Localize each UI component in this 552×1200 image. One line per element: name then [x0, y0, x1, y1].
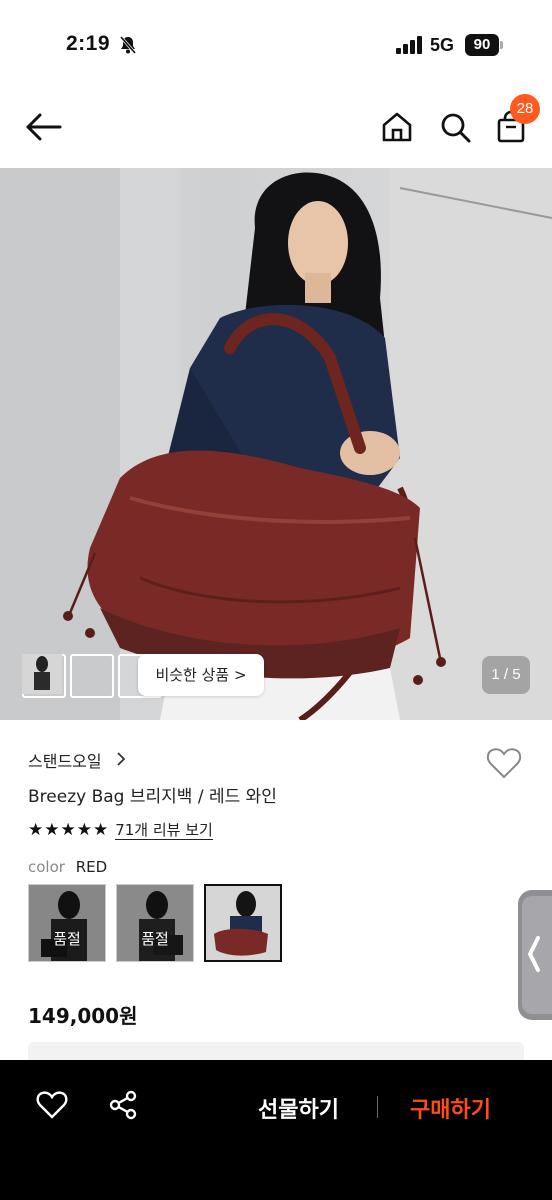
side-panel-handle[interactable] [518, 890, 552, 1020]
product-name: Breezy Bag 브리지백 / 레드 와인 [28, 787, 277, 807]
soldout-label: 품절 [29, 885, 105, 961]
bottom-action-bar: 선물하기 구매하기 [0, 1060, 552, 1200]
bottom-divider [377, 1096, 378, 1118]
search-icon[interactable] [438, 110, 472, 144]
home-icon[interactable] [380, 110, 414, 144]
chevron-left-icon [528, 936, 540, 972]
gallery-thumbnail[interactable] [22, 654, 114, 698]
color-label-row: color RED [28, 858, 107, 876]
soldout-label: 품절 [117, 885, 193, 961]
color-option[interactable]: 품절 [116, 884, 194, 962]
brand-link[interactable]: 스탠드오일 [28, 748, 102, 772]
image-page-indicator: 1 / 5 [482, 656, 530, 694]
battery-level: 90 [465, 34, 499, 56]
similar-products-button[interactable]: 비슷한 상품 > [138, 654, 264, 696]
star-rating: ★★★★★ [28, 820, 110, 840]
bell-off-icon [119, 36, 137, 54]
wishlist-heart-icon[interactable] [486, 746, 522, 780]
color-option[interactable]: 품절 [28, 884, 106, 962]
signal-icon [396, 36, 422, 54]
status-bar: 2:19 5G 90 [0, 0, 552, 90]
top-nav [0, 90, 552, 168]
share-icon[interactable] [108, 1090, 138, 1120]
rating-row: ★★★★★ 71개 리뷰 보기 [28, 818, 213, 842]
review-link[interactable]: 71개 리뷰 보기 [115, 821, 213, 840]
cart-count-badge: 28 [510, 94, 540, 124]
product-price: 149,000원 [28, 1004, 138, 1028]
color-key: color [28, 858, 65, 876]
back-arrow-icon[interactable] [24, 110, 64, 144]
color-option-selected[interactable] [204, 884, 282, 962]
status-time: 2:19 [66, 32, 111, 55]
network-type: 5G [430, 35, 455, 55]
gift-button[interactable]: 선물하기 [258, 1092, 339, 1124]
info-panel-top [28, 1042, 524, 1060]
product-photo [0, 168, 552, 720]
battery-tip [500, 41, 503, 49]
wishlist-heart-icon[interactable] [36, 1090, 68, 1120]
battery-icon: 90 [465, 34, 503, 56]
buy-button[interactable]: 구매하기 [410, 1092, 491, 1124]
color-value: RED [75, 858, 108, 876]
product-image-gallery[interactable]: 비슷한 상품 > 1 / 5 [0, 168, 552, 720]
chevron-right-icon[interactable] [116, 752, 126, 766]
